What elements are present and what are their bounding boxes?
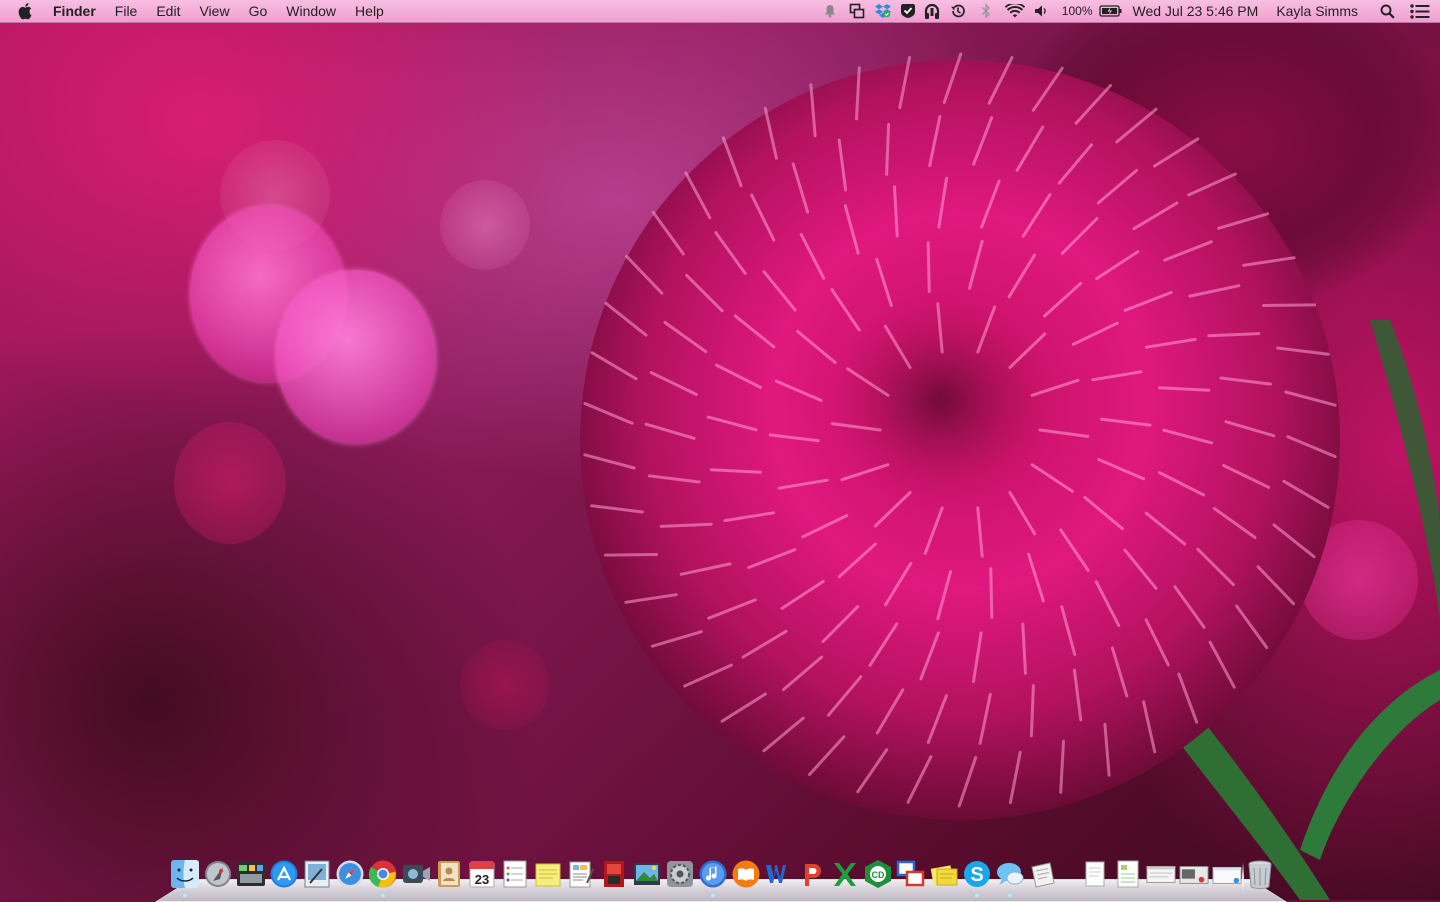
itunes-icon[interactable] <box>698 858 728 897</box>
word-icon[interactable] <box>764 858 794 890</box>
downloads-stack-icon[interactable] <box>1212 858 1242 890</box>
petal-highlight <box>885 122 891 176</box>
remote-desktop-icon[interactable] <box>896 858 926 890</box>
running-indicator <box>381 894 385 897</box>
reminders-icon[interactable] <box>500 858 530 890</box>
petal-highlight <box>1029 684 1035 738</box>
menu-window[interactable]: Window <box>286 3 336 19</box>
spreadsheet-stack-icon[interactable] <box>1113 858 1143 890</box>
screenshot-stack-icon[interactable] <box>1179 858 1209 890</box>
ibooks-icon[interactable] <box>731 858 761 890</box>
running-indicator <box>183 894 187 897</box>
petal-highlight <box>989 567 994 619</box>
running-indicator <box>975 894 979 897</box>
contacts-icon[interactable] <box>434 858 464 890</box>
petal-highlight <box>926 241 931 293</box>
headphone-app-icon[interactable] <box>920 0 944 22</box>
menu-app-name[interactable]: Finder <box>53 3 96 19</box>
svg-text:CD: CD <box>872 870 885 880</box>
status-area: 100% Wed Jul 23 5:46 PM Kayla Simms <box>816 0 1440 22</box>
mission-control-icon[interactable] <box>236 858 266 890</box>
battery-percent[interactable]: 100% <box>1062 0 1093 22</box>
script-editor-icon[interactable] <box>1028 858 1058 890</box>
running-indicator <box>711 894 715 897</box>
dock-separator <box>1242 862 1244 892</box>
menu-edit[interactable]: Edit <box>156 3 180 19</box>
bluetooth-icon[interactable] <box>972 0 1000 22</box>
check-shield-icon[interactable] <box>896 0 920 22</box>
user-name-menu[interactable]: Kayla Simms <box>1276 0 1358 22</box>
menu-bar: Finder File Edit View Go Window Help 100… <box>0 0 1440 23</box>
facetime-icon[interactable] <box>401 858 431 890</box>
time-machine-icon[interactable] <box>944 0 972 22</box>
wifi-icon[interactable] <box>1000 0 1030 22</box>
cd-burner-icon[interactable]: CD <box>863 858 893 890</box>
dropbox-icon[interactable] <box>870 0 896 22</box>
menu-help[interactable]: Help <box>355 3 384 19</box>
notes-folder-icon[interactable] <box>929 858 959 890</box>
menu-file[interactable]: File <box>115 3 138 19</box>
textedit-icon[interactable] <box>566 858 596 890</box>
document-stack-icon[interactable] <box>1080 858 1110 890</box>
calendar-icon[interactable]: 23 <box>467 858 497 890</box>
calendar-date: 23 <box>475 872 489 887</box>
volume-icon[interactable] <box>1030 0 1052 22</box>
menu-view[interactable]: View <box>199 3 229 19</box>
petal-highlight <box>1262 303 1317 307</box>
app-store-icon[interactable] <box>269 858 299 890</box>
spotlight-search-icon[interactable] <box>1376 0 1398 22</box>
notification-center-icon[interactable] <box>1408 0 1432 22</box>
finder-icon[interactable] <box>170 858 200 897</box>
screen-share-icon[interactable] <box>844 0 870 22</box>
apple-menu-icon[interactable] <box>18 2 36 20</box>
system-preferences-icon[interactable] <box>665 858 695 890</box>
trash-icon[interactable] <box>1245 858 1275 890</box>
photo-booth-icon[interactable] <box>599 858 629 890</box>
messages-icon[interactable] <box>995 858 1025 897</box>
date-time-clock[interactable]: Wed Jul 23 5:46 PM <box>1133 0 1259 22</box>
dahlia-flower-image <box>580 0 1440 900</box>
launchpad-icon[interactable] <box>203 858 233 890</box>
svg-text:S: S <box>970 864 983 886</box>
excel-icon[interactable] <box>830 858 860 890</box>
iphoto-icon[interactable] <box>632 858 662 890</box>
battery-icon[interactable] <box>1097 0 1125 22</box>
menu-go[interactable]: Go <box>249 3 268 19</box>
preview-icon[interactable] <box>302 858 332 890</box>
notification-bell-icon[interactable] <box>816 0 844 22</box>
running-indicator <box>1008 894 1012 897</box>
safari-icon[interactable] <box>335 858 365 890</box>
chrome-icon[interactable] <box>368 858 398 897</box>
window-stack-icon[interactable] <box>1146 858 1176 890</box>
petal-highlight <box>603 553 658 557</box>
powerpoint-icon[interactable] <box>797 858 827 890</box>
dock: 23 CD S <box>170 858 1280 897</box>
stickies-icon[interactable] <box>533 858 563 890</box>
desktop-wallpaper <box>0 0 1440 900</box>
skype-icon[interactable]: S <box>962 858 992 897</box>
